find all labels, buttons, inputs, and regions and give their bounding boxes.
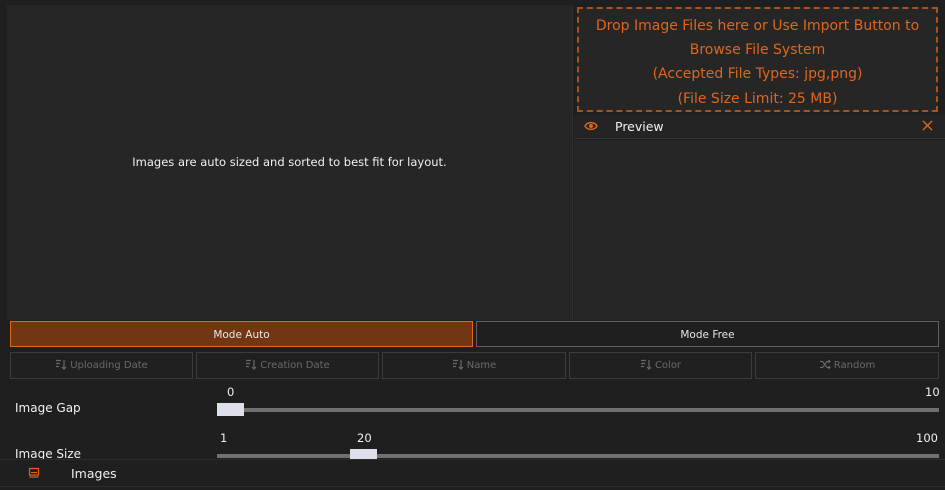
mode-free-button[interactable]: Mode Free (476, 321, 939, 347)
sort-label: Creation Date (260, 360, 330, 371)
image-gap-track[interactable] (217, 408, 939, 412)
preview-header: Preview (574, 115, 945, 139)
size-value-label: 20 (357, 431, 372, 445)
sort-icon (640, 359, 652, 370)
image-size-track[interactable] (217, 454, 939, 458)
preview-panel (574, 140, 945, 320)
images-icon (28, 467, 40, 478)
sort-color-button[interactable]: Color (569, 352, 752, 379)
app-root: Images are auto sized and sorted to best… (0, 0, 945, 490)
sort-creation-date-button[interactable]: Creation Date (196, 352, 379, 379)
image-gap-label: Image Gap (15, 401, 81, 415)
size-max-label: 100 (916, 431, 938, 445)
preview-title: Preview (615, 119, 664, 134)
sort-uploading-date-button[interactable]: Uploading Date (10, 352, 193, 379)
sort-label: Random (833, 360, 876, 371)
sort-icon (452, 359, 464, 370)
drop-zone-line-4: (File Size Limit: 25 MB) (677, 90, 838, 107)
sort-label: Color (654, 360, 682, 371)
canvas-message: Images are auto sized and sorted to best… (132, 155, 447, 169)
gap-max-label: 10 (925, 385, 940, 399)
image-gap-thumb[interactable] (217, 403, 244, 416)
close-icon[interactable] (922, 120, 933, 131)
mode-auto-button[interactable]: Mode Auto (10, 321, 473, 347)
shuffle-icon (819, 359, 831, 370)
gap-min-label: 0 (227, 385, 235, 399)
eye-icon (584, 121, 598, 131)
sort-label: Name (466, 360, 497, 371)
sort-icon (56, 359, 67, 370)
sort-name-button[interactable]: Name (382, 352, 566, 379)
sort-icon (246, 359, 257, 370)
size-min-label: 1 (220, 431, 228, 445)
sort-random-button[interactable]: Random (755, 352, 939, 379)
sort-label: Uploading Date (70, 360, 148, 371)
drop-zone-line-3: (Accepted File Types: jpg,png) (652, 66, 863, 83)
images-tab-label[interactable]: Images (71, 466, 117, 481)
drop-zone-line-2: Browse File System (689, 42, 826, 59)
footer-bar: Images (0, 459, 945, 487)
image-drop-zone[interactable]: Drop Image Files here or Use Import Butt… (577, 7, 938, 112)
drop-zone-line-1: Drop Image Files here or Use Import Butt… (595, 18, 920, 34)
image-layout-canvas[interactable]: Images are auto sized and sorted to best… (7, 5, 573, 320)
